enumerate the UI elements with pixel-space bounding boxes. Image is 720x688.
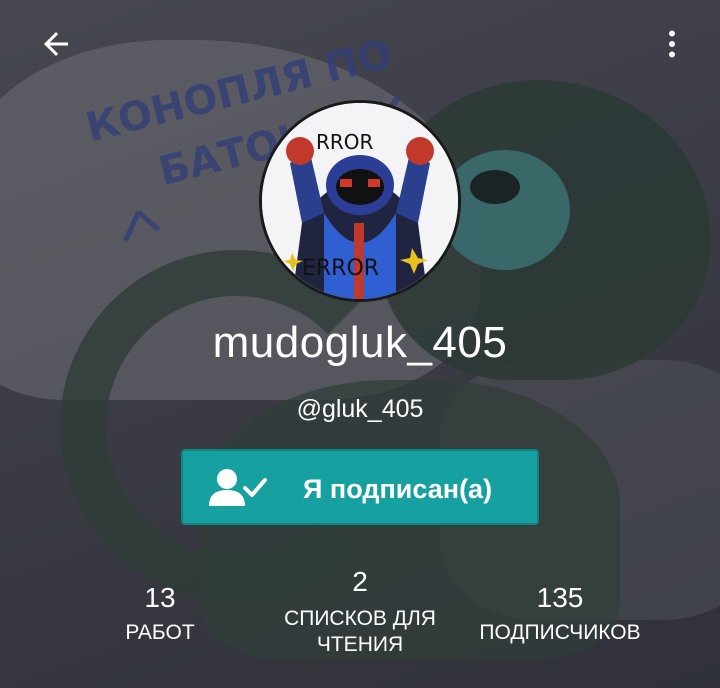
avatar-image: RROR ERROR: [262, 103, 458, 299]
more-vertical-icon: [669, 30, 675, 58]
following-button[interactable]: Я подписан(а): [181, 449, 539, 525]
user-check-icon: [209, 469, 267, 506]
stat-reading-lists-label-line2: ЧТЕНИЯ: [316, 633, 404, 656]
display-name: mudogluk_405: [212, 318, 508, 367]
stat-works-value: 13: [144, 582, 176, 613]
back-button[interactable]: [32, 20, 80, 68]
arrow-left-icon: [44, 32, 68, 56]
stat-works-label: РАБОТ: [125, 621, 195, 644]
more-options-button[interactable]: [648, 20, 696, 68]
following-button-label: Я подписан(а): [303, 474, 493, 504]
username: @gluk_405: [296, 395, 424, 423]
stat-reading-lists[interactable]: 2 СПИСКОВ ДЛЯ ЧТЕНИЯ: [262, 566, 458, 658]
stat-followers-label: ПОДПИСЧИКОВ: [479, 621, 641, 644]
avatar-error-text-bottom: ERROR: [302, 256, 379, 281]
stat-works[interactable]: 13 РАБОТ: [100, 582, 220, 646]
stat-reading-lists-label: СПИСКОВ ДЛЯ ЧТЕНИЯ: [262, 606, 458, 658]
stat-followers[interactable]: 135 ПОДПИСЧИКОВ: [460, 582, 660, 646]
avatar[interactable]: RROR ERROR: [262, 103, 458, 299]
avatar-error-text-top: RROR: [316, 130, 374, 154]
stat-reading-lists-value: 2: [352, 566, 368, 597]
stat-followers-value: 135: [536, 582, 584, 613]
stat-reading-lists-label-line1: СПИСКОВ ДЛЯ: [284, 607, 436, 630]
